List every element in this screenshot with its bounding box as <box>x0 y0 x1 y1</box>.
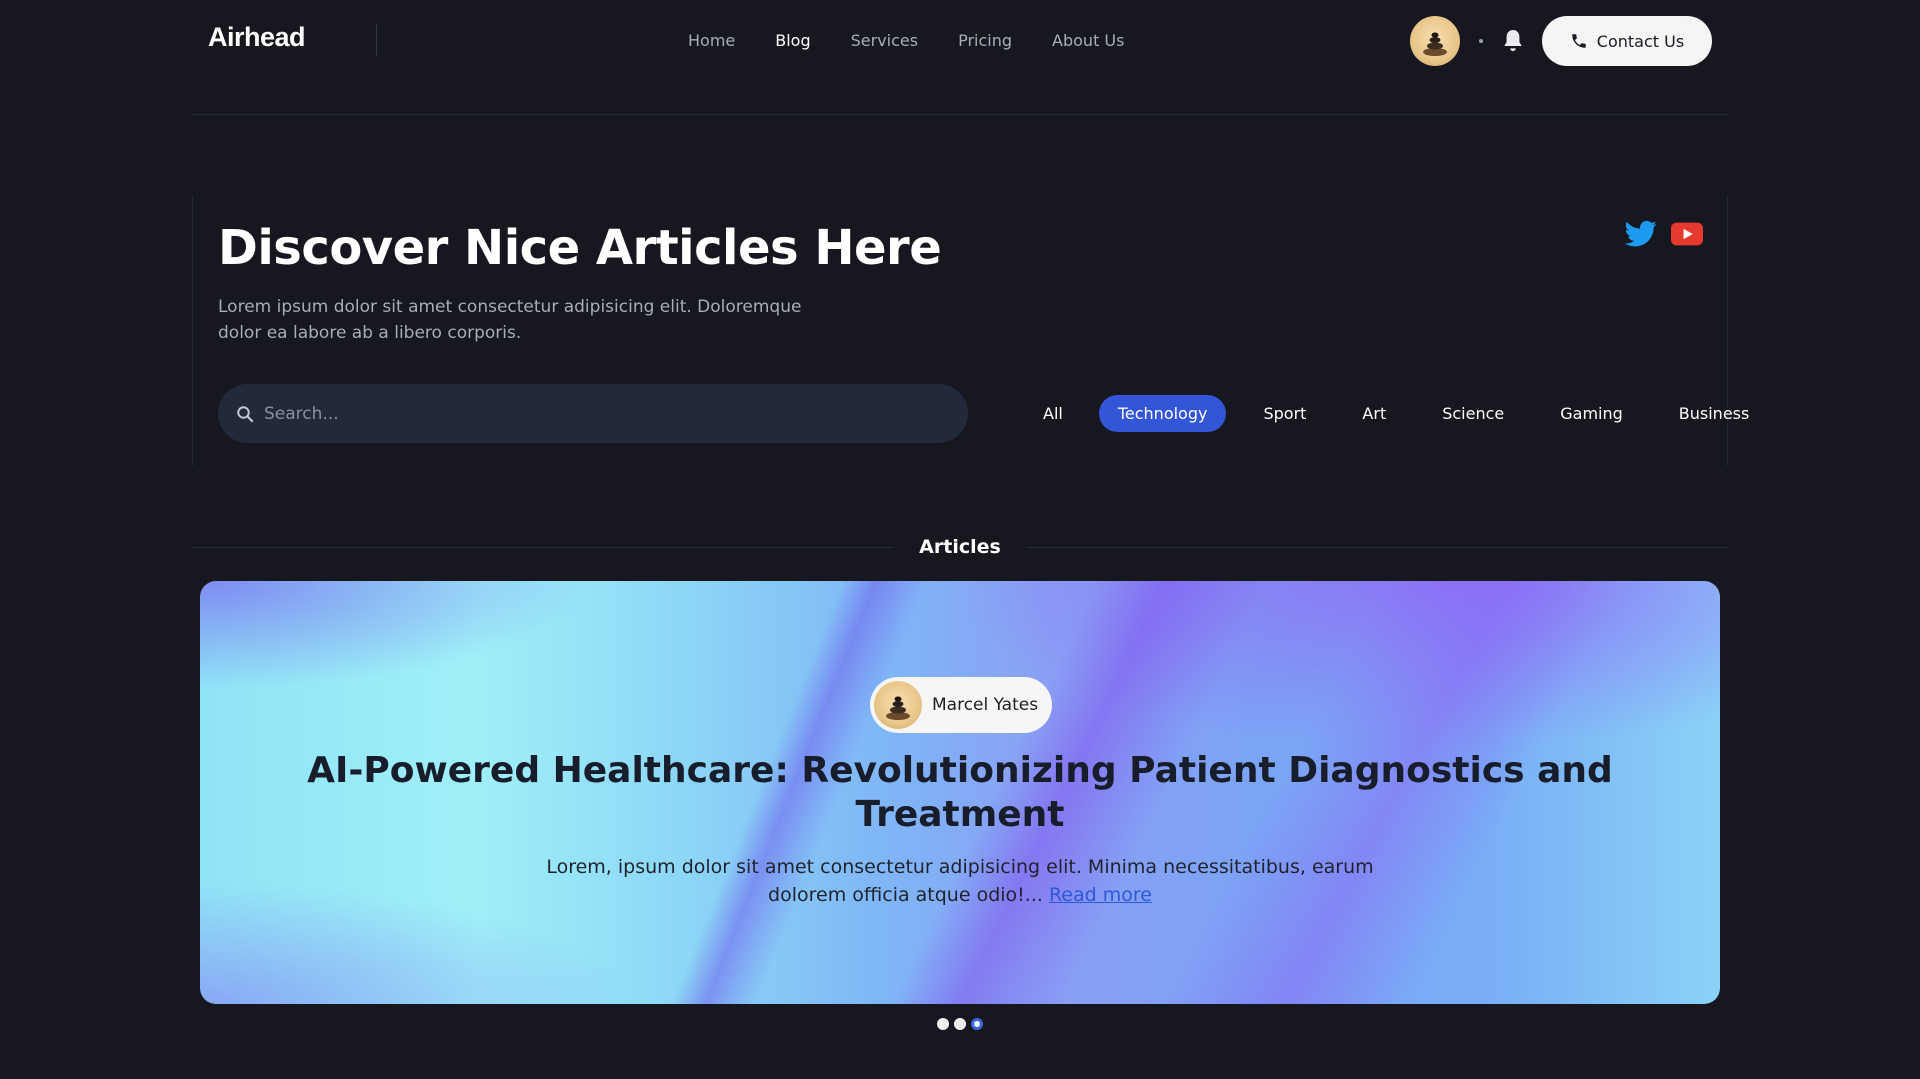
filter-art[interactable]: Art <box>1343 395 1405 432</box>
main-nav: Home Blog Services Pricing About Us <box>688 31 1124 50</box>
bell-icon[interactable] <box>1502 28 1524 54</box>
logo[interactable]: Airhead <box>208 22 306 53</box>
filter-technology[interactable]: Technology <box>1098 395 1227 432</box>
youtube-icon[interactable] <box>1671 220 1703 248</box>
nav-services[interactable]: Services <box>851 31 918 50</box>
nav-pricing[interactable]: Pricing <box>958 31 1012 50</box>
search-bar <box>218 384 968 443</box>
search-icon <box>237 405 254 422</box>
divider-right <box>1026 547 1728 548</box>
nav-blog[interactable]: Blog <box>775 31 810 50</box>
category-filters: All Technology Sport Art Science Gaming … <box>1025 395 1768 432</box>
contact-us-button[interactable]: Contact Us <box>1542 16 1712 66</box>
nav-about-us[interactable]: About Us <box>1052 31 1124 50</box>
filter-sport[interactable]: Sport <box>1244 395 1325 432</box>
phone-icon <box>1572 34 1586 48</box>
pager-dot-3[interactable] <box>971 1018 983 1030</box>
author-avatar-image <box>886 696 910 720</box>
twitter-icon[interactable] <box>1625 220 1657 248</box>
header-divider <box>192 114 1728 115</box>
filter-gaming[interactable]: Gaming <box>1541 395 1642 432</box>
nav-home[interactable]: Home <box>688 31 735 50</box>
author-chip[interactable]: Marcel Yates <box>870 677 1052 733</box>
hero-section: Discover Nice Articles Here Lorem ipsum … <box>192 196 1749 466</box>
article-title[interactable]: AI-Powered Healthcare: Revolutionizing P… <box>200 749 1720 837</box>
pager-dot-1[interactable] <box>937 1018 949 1030</box>
article-excerpt-text: Lorem, ipsum dolor sit amet consectetur … <box>546 856 1374 906</box>
logo-divider <box>376 24 377 56</box>
author-avatar <box>874 681 922 729</box>
article-excerpt: Lorem, ipsum dolor sit amet consectetur … <box>510 853 1410 909</box>
page-subtitle: Lorem ipsum dolor sit amet consectetur a… <box>218 297 802 343</box>
separator-dot <box>1479 39 1483 43</box>
avatar-image <box>1423 32 1447 56</box>
filter-all[interactable]: All <box>1025 395 1081 432</box>
read-more-link[interactable]: Read more <box>1049 884 1152 906</box>
user-avatar[interactable] <box>1410 16 1460 66</box>
search-input[interactable] <box>264 403 944 424</box>
articles-heading-row: Articles <box>192 536 1728 558</box>
author-name: Marcel Yates <box>932 695 1039 715</box>
social-links <box>1625 220 1703 248</box>
carousel-pager <box>937 1018 983 1030</box>
site-header: Airhead Home Blog Services Pricing About… <box>0 0 1920 82</box>
featured-article-card[interactable]: Marcel Yates AI-Powered Healthcare: Revo… <box>200 581 1720 1004</box>
filter-business[interactable]: Business <box>1660 395 1769 432</box>
filter-science[interactable]: Science <box>1423 395 1523 432</box>
pager-dot-2[interactable] <box>954 1018 966 1030</box>
page-title: Discover Nice Articles Here <box>218 220 942 276</box>
contact-us-label: Contact Us <box>1596 31 1685 51</box>
